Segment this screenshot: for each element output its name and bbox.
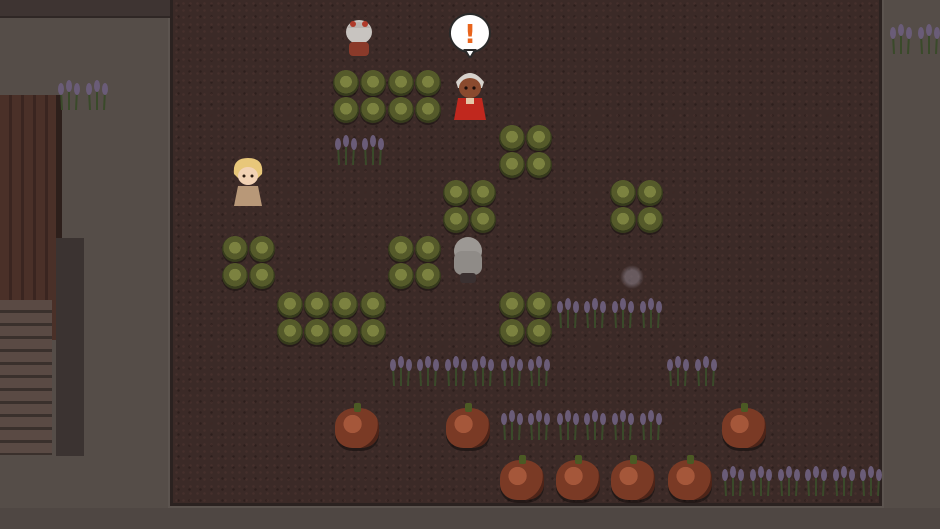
cabbage-icon xyxy=(249,236,275,262)
lavender-icon xyxy=(333,135,359,166)
lavender-icon xyxy=(720,466,746,497)
cabbage-icon xyxy=(470,207,496,233)
lavender-icon xyxy=(443,356,469,387)
player-gray-hair[interactable] xyxy=(448,233,488,283)
lavender-icon xyxy=(415,356,441,387)
cabbage-icon xyxy=(499,152,525,178)
stone-wall xyxy=(0,0,190,18)
exclamation-balloon-icon: ! xyxy=(449,13,491,58)
pumpkin-icon xyxy=(722,403,766,448)
player-icon xyxy=(454,237,482,283)
npc-icon xyxy=(233,158,263,206)
lavender-icon xyxy=(555,298,581,329)
cabbage-icon xyxy=(526,292,552,318)
npc-icon xyxy=(346,20,372,56)
lavender-icon xyxy=(858,466,884,497)
red-robe-villager[interactable] xyxy=(450,66,490,120)
cabbage-icon xyxy=(637,180,663,206)
lavender-icon xyxy=(470,356,496,387)
lavender-icon xyxy=(388,356,414,387)
cabbage-icon xyxy=(304,319,330,345)
lavender-icon xyxy=(610,298,636,329)
ghost-wisp xyxy=(620,265,644,289)
cabbage-icon xyxy=(526,152,552,178)
cabbage-icon xyxy=(610,207,636,233)
cabbage-icon xyxy=(499,292,525,318)
cabbage-icon xyxy=(526,319,552,345)
cabbage-icon xyxy=(249,263,275,289)
cabbage-icon xyxy=(470,180,496,206)
cabbage-icon xyxy=(360,97,386,123)
blonde-child[interactable] xyxy=(228,154,268,206)
lavender-icon xyxy=(638,298,664,329)
lavender-icon xyxy=(499,356,525,387)
cabbage-icon xyxy=(415,236,441,262)
cabbage-icon xyxy=(277,319,303,345)
cabbage-icon xyxy=(222,236,248,262)
lavender-icon xyxy=(499,410,525,441)
lavender-icon xyxy=(665,356,691,387)
cabbage-icon xyxy=(637,207,663,233)
cabbage-icon xyxy=(304,292,330,318)
wooden-stairs xyxy=(0,300,52,455)
cabbage-icon xyxy=(333,70,359,96)
dirt-path-right xyxy=(884,0,940,529)
lavender-icon xyxy=(831,466,857,497)
cabbage-icon xyxy=(415,70,441,96)
lavender-icon xyxy=(582,298,608,329)
lavender-icon xyxy=(526,410,552,441)
cabbage-icon xyxy=(499,125,525,151)
lavender-icon xyxy=(748,466,774,497)
house-shadow xyxy=(56,238,84,456)
lavender-icon xyxy=(776,466,802,497)
cabbage-icon xyxy=(222,263,248,289)
farmer-back-view[interactable] xyxy=(339,14,379,62)
cabbage-icon xyxy=(277,292,303,318)
cabbage-icon xyxy=(443,207,469,233)
cabbage-icon xyxy=(388,97,414,123)
cabbage-icon xyxy=(499,319,525,345)
lavender-icon xyxy=(916,24,940,55)
lavender-icon xyxy=(693,356,719,387)
pumpkin-icon xyxy=(446,403,490,448)
cabbage-icon xyxy=(388,263,414,289)
cabbage-icon xyxy=(332,319,358,345)
lavender-icon xyxy=(84,80,110,111)
cabbage-icon xyxy=(388,70,414,96)
cabbage-icon xyxy=(415,263,441,289)
lavender-icon xyxy=(888,24,914,55)
lavender-icon xyxy=(582,410,608,441)
lavender-icon xyxy=(555,410,581,441)
cabbage-icon xyxy=(443,180,469,206)
lavender-icon xyxy=(610,410,636,441)
pumpkin-icon xyxy=(500,455,544,500)
pumpkin-icon xyxy=(335,403,379,448)
cabbage-icon xyxy=(415,97,441,123)
cabbage-icon xyxy=(610,180,636,206)
cabbage-icon xyxy=(333,97,359,123)
cabbage-icon xyxy=(360,319,386,345)
npc-icon xyxy=(454,73,486,120)
pumpkin-icon xyxy=(611,455,655,500)
cabbage-icon xyxy=(332,292,358,318)
lavender-icon xyxy=(638,410,664,441)
lavender-icon xyxy=(803,466,829,497)
dirt-path-bottom xyxy=(0,508,940,529)
cabbage-icon xyxy=(388,236,414,262)
lavender-icon xyxy=(526,356,552,387)
game-scene: ! xyxy=(0,0,940,529)
emote-text: ! xyxy=(464,20,476,50)
cabbage-icon xyxy=(526,125,552,151)
cabbage-icon xyxy=(360,292,386,318)
lavender-icon xyxy=(360,135,386,166)
pumpkin-icon xyxy=(556,455,600,500)
pumpkin-icon xyxy=(668,455,712,500)
lavender-icon xyxy=(56,80,82,111)
cabbage-icon xyxy=(360,70,386,96)
